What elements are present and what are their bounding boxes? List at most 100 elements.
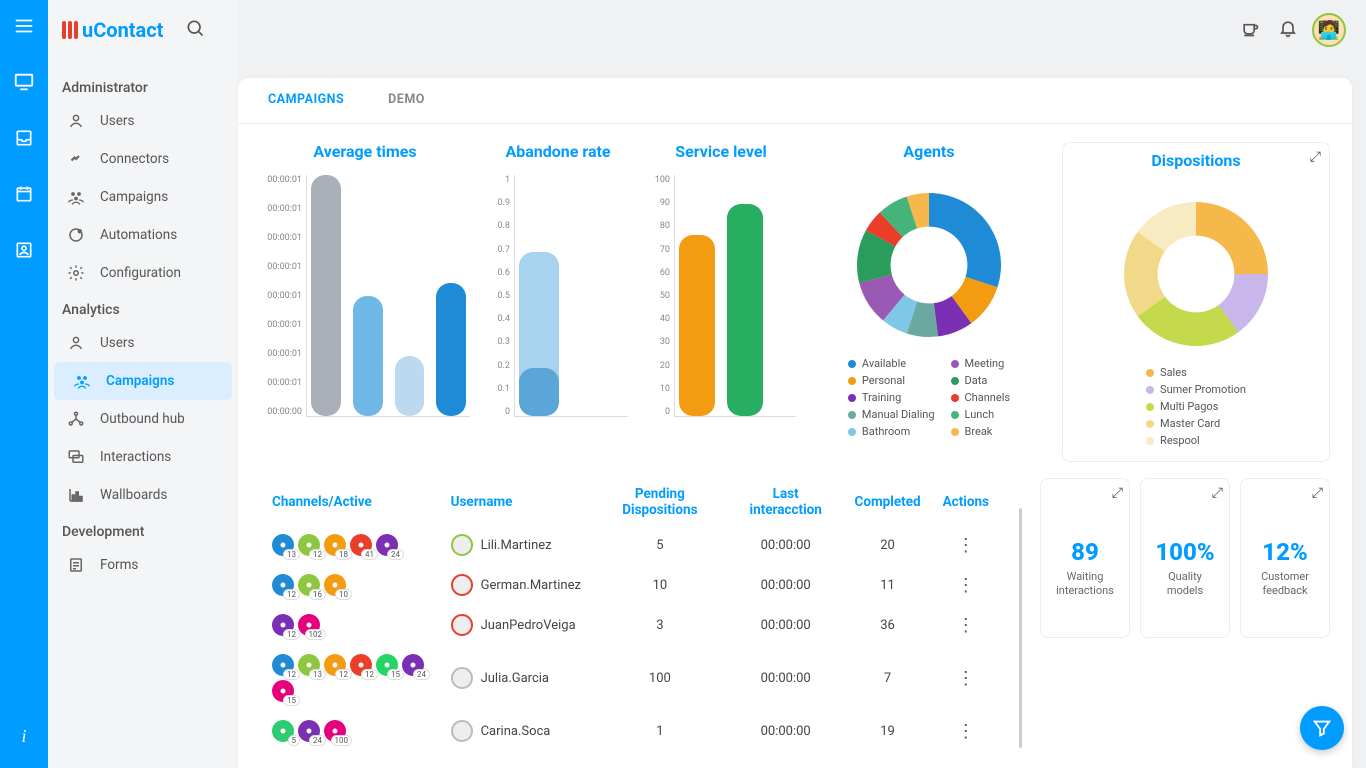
channel-chip[interactable]: 5 [272,720,294,742]
kpi-value: 100% [1155,538,1214,566]
nav-label: Wallboards [100,487,167,503]
brand-name: uContact [82,18,163,42]
chart-title: Abandone rate [505,142,610,161]
bar [395,356,425,416]
filter-fab[interactable] [1300,706,1344,750]
cell-done: 36 [845,606,931,644]
channel-chip[interactable]: 100 [324,720,346,742]
expand-icon[interactable]: ⤢ [1212,485,1223,501]
channel-chip[interactable]: 13 [272,534,294,556]
gear-icon [66,264,86,282]
expand-icon[interactable]: ⤢ [1312,485,1323,501]
avatar[interactable]: 🧑‍💻 [1312,13,1346,47]
row-actions[interactable]: ⋮ [933,646,999,710]
legend-item: Respool [1146,434,1246,447]
table-row: 121610German.Martinez1000:00:0011⋮ [262,566,999,604]
col-header: Last interacction [729,480,843,524]
channel-chip[interactable]: 15 [376,654,398,676]
user-avatar-icon [451,614,473,636]
nav-item-users[interactable]: Users [48,102,238,140]
nav-label: Automations [100,227,177,243]
nav-item-campaigns[interactable]: Campaigns [54,362,232,400]
inbox-icon[interactable] [10,124,38,152]
user-avatar-icon [451,720,473,742]
channel-chip[interactable]: 24 [298,720,320,742]
form-icon [66,556,86,574]
channel-chip[interactable]: 12 [272,614,294,636]
expand-icon[interactable]: ⤢ [1310,149,1321,165]
section-label: Administrator [48,70,238,102]
row-actions[interactable]: ⋮ [933,606,999,644]
nav-label: Outbound hub [100,411,185,427]
tab-campaigns[interactable]: CAMPAIGNS [246,78,366,123]
col-header: Actions [933,480,999,524]
sidebar: AdministratorUsersConnectorsCampaignsAut… [48,0,238,768]
kpi-row: ⤢89Waiting interactions⤢100%Quality mode… [1040,478,1330,638]
row-actions[interactable]: ⋮ [933,566,999,604]
kpi-card: ⤢ 100% Quality models [1140,478,1230,638]
bar [311,175,341,416]
chat-icon [66,448,86,466]
channel-chip[interactable]: 102 [298,614,320,636]
section-label: Development [48,514,238,546]
channel-chip[interactable]: 12 [272,574,294,596]
tab-demo[interactable]: DEMO [366,78,447,123]
nav-item-campaigns[interactable]: Campaigns [48,178,238,216]
nav-item-configuration[interactable]: Configuration [48,254,238,292]
cell-pending: 5 [593,526,727,564]
username: German.Martinez [481,578,581,593]
expand-icon[interactable]: ⤢ [1112,485,1123,501]
user-avatar-icon [451,534,473,556]
cell-last: 00:00:00 [729,646,843,710]
channel-chip[interactable]: 12 [298,534,320,556]
channel-chip[interactable]: 12 [350,654,372,676]
legend-item: Bathroom [848,425,935,438]
chart-title: Average times [313,142,416,161]
username: Julia.Garcia [481,671,549,686]
bell-icon[interactable] [1278,18,1298,42]
channel-chip[interactable]: 16 [298,574,320,596]
row-actions[interactable]: ⋮ [933,712,999,750]
monitor-icon[interactable] [10,68,38,96]
nav-item-outbound-hub[interactable]: Outbound hub [48,400,238,438]
calendar-icon[interactable] [10,180,38,208]
section-label: Analytics [48,292,238,324]
nav-item-forms[interactable]: Forms [48,546,238,584]
menu-icon[interactable] [10,12,38,40]
info-icon[interactable]: i [10,722,38,750]
username: JuanPedroVeiga [481,618,576,633]
kpi-label: Quality models [1149,570,1221,599]
coffee-icon[interactable] [1240,18,1260,42]
chart-abandon-rate: Abandone rate 10.90.80.70.60.50.40.30.20… [488,142,628,435]
person-icon [66,112,86,130]
logo: uContact [62,18,163,42]
channel-chip[interactable]: 12 [272,654,294,676]
group-icon [66,188,86,206]
channel-chip[interactable]: 13 [298,654,320,676]
nav-item-interactions[interactable]: Interactions [48,438,238,476]
nav-item-wallboards[interactable]: Wallboards [48,476,238,514]
channel-chip[interactable]: 41 [350,534,372,556]
channel-chip[interactable]: 24 [376,534,398,556]
table-row: 12102JuanPedroVeiga300:00:0036⋮ [262,606,999,644]
channel-chip[interactable]: 10 [324,574,346,596]
channel-chip[interactable]: 18 [324,534,346,556]
legend-item: Channels [951,391,1011,404]
connector-icon [66,150,86,168]
nav-item-automations[interactable]: Automations [48,216,238,254]
nav-label: Forms [100,557,138,573]
channel-chip[interactable]: 15 [272,680,294,702]
nav-item-users[interactable]: Users [48,324,238,362]
legend-item: Multi Pagos [1146,400,1246,413]
legend-item: Meeting [951,357,1011,370]
cell-last: 00:00:00 [729,526,843,564]
contact-icon[interactable] [10,236,38,264]
nav-item-connectors[interactable]: Connectors [48,140,238,178]
row-actions[interactable]: ⋮ [933,526,999,564]
kpi-value: 89 [1071,538,1099,566]
channel-chip[interactable]: 24 [402,654,424,676]
topbar: uContact 🧑‍💻 [48,0,1366,60]
nav-label: Configuration [100,265,181,281]
channel-chip[interactable]: 12 [324,654,346,676]
search-icon[interactable] [185,18,205,42]
